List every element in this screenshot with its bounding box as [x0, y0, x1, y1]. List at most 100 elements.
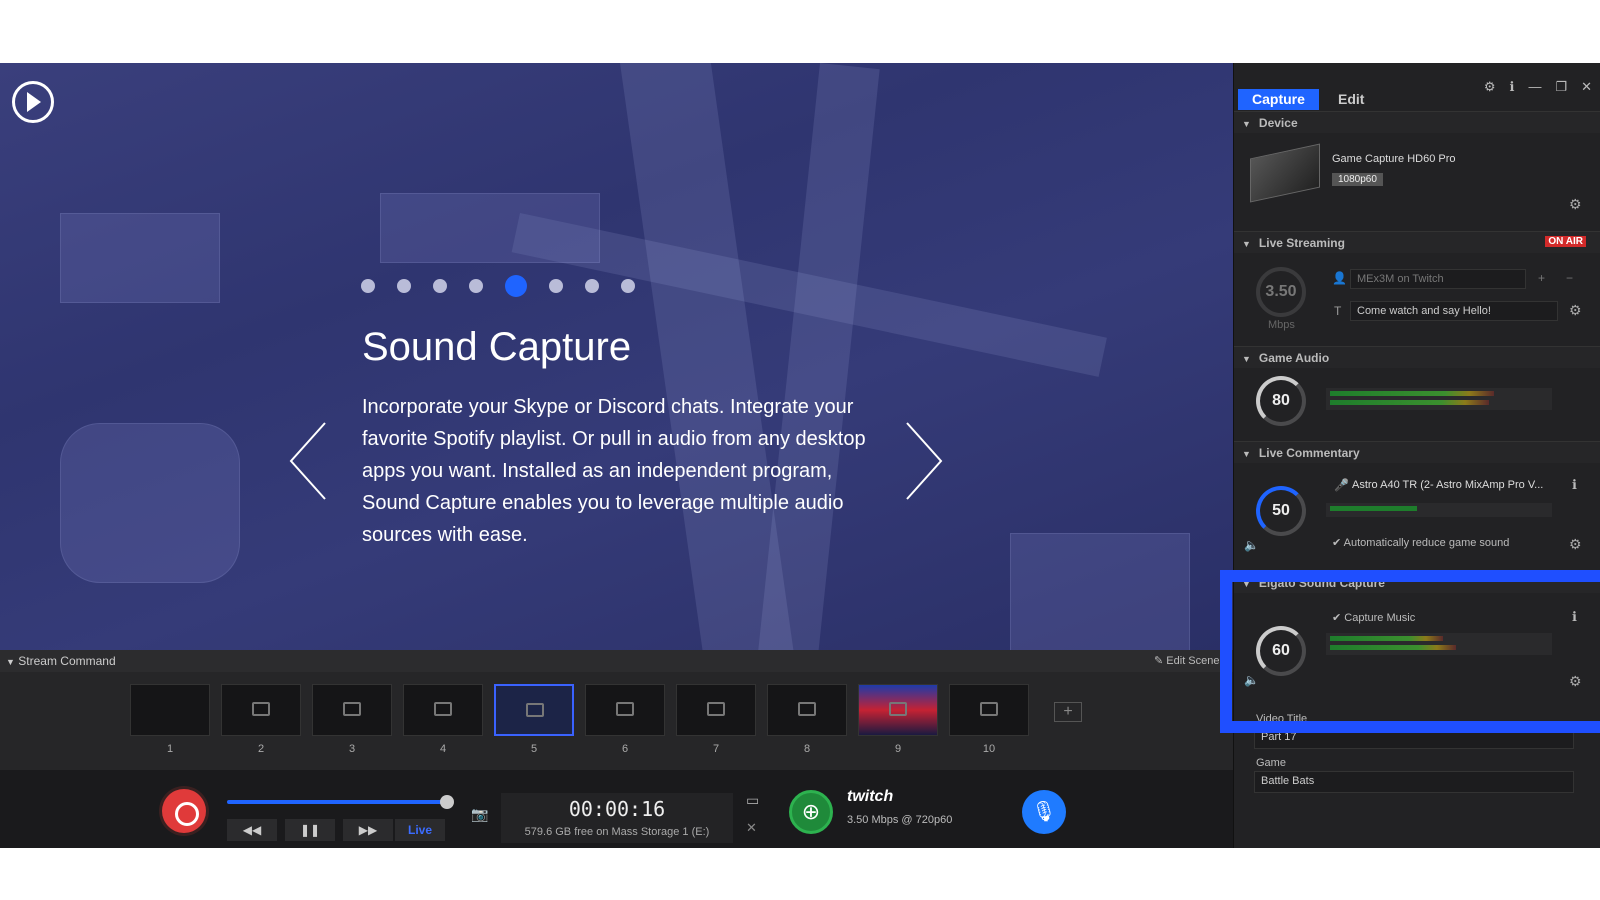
slide-dot[interactable]	[469, 279, 483, 293]
slide-dot[interactable]	[361, 279, 375, 293]
rewind-button[interactable]: ◀◀	[227, 819, 277, 841]
scene-thumbnail[interactable]	[676, 684, 756, 736]
window-controls: ⚙ ℹ — ❐ ✕	[1484, 79, 1592, 95]
scene-source-icon	[707, 702, 725, 716]
scene-source-icon	[252, 702, 270, 716]
elgato-logo	[12, 81, 54, 123]
tab-edit[interactable]: Edit	[1324, 89, 1378, 110]
collapse-triangle-icon[interactable]: ▼	[6, 657, 15, 667]
commentary-device-select[interactable]: Astro A40 TR (2- Astro MixAmp Pro V...	[1352, 479, 1543, 491]
commentary-dial[interactable]: 50	[1256, 486, 1306, 536]
scene-item[interactable]: 10	[949, 684, 1029, 762]
scene-thumbnail[interactable]	[949, 684, 1029, 736]
mute-icon[interactable]: ✕	[746, 820, 757, 836]
scene-item[interactable]: 5	[494, 684, 574, 762]
bg-crate	[380, 193, 600, 263]
speaker-icon[interactable]: 🔈	[1244, 538, 1259, 552]
stream-title-field[interactable]: Come watch and say Hello!	[1350, 301, 1558, 321]
scene-source-icon	[434, 702, 452, 716]
slide-dot[interactable]	[397, 279, 411, 293]
prev-slide-arrow[interactable]	[287, 421, 337, 501]
game-field[interactable]: Battle Bats	[1254, 771, 1574, 793]
next-slide-arrow[interactable]	[895, 421, 945, 501]
scene-number: 3	[348, 743, 356, 755]
scene-thumbnail[interactable]	[585, 684, 665, 736]
scene-item[interactable]: 7	[676, 684, 756, 762]
scene-item[interactable]: 6	[585, 684, 665, 762]
tab-capture[interactable]: Capture	[1238, 89, 1319, 110]
scene-number: 5	[530, 743, 538, 755]
scene-thumbnail[interactable]	[312, 684, 392, 736]
bg-crate	[60, 213, 220, 303]
auto-reduce-label: Automatically reduce game sound	[1343, 537, 1510, 549]
close-icon[interactable]: ✕	[1581, 79, 1592, 95]
scene-thumbnail[interactable]	[767, 684, 847, 736]
bitrate-dial[interactable]: 3.50	[1256, 267, 1306, 317]
scene-source-icon	[343, 702, 361, 716]
add-scene-button[interactable]: +	[1054, 702, 1082, 722]
slide-dot[interactable]	[621, 279, 635, 293]
scene-item[interactable]: 4	[403, 684, 483, 762]
resolution-badge[interactable]: 1080p60	[1332, 173, 1383, 186]
settings-gear-icon[interactable]: ⚙	[1484, 79, 1496, 95]
scene-number: 7	[712, 743, 720, 755]
scene-thumbnail[interactable]	[130, 684, 210, 736]
add-account-icon[interactable]: +	[1538, 271, 1545, 285]
bg-minimap	[1010, 533, 1190, 650]
fast-forward-button[interactable]: ▶▶	[343, 819, 393, 841]
device-section: ▼ Device Game Capture HD60 Pro 1080p60 ⚙	[1234, 111, 1600, 231]
live-commentary-header[interactable]: ▼ Live Commentary	[1234, 441, 1600, 463]
timeline-bar[interactable]	[227, 800, 447, 804]
microphone-button[interactable]: 🎙	[1022, 790, 1066, 834]
scene-item[interactable]: 3	[312, 684, 392, 762]
scene-thumbnail[interactable]	[403, 684, 483, 736]
device-settings-gear-icon[interactable]: ⚙	[1569, 196, 1582, 213]
record-button[interactable]	[162, 789, 206, 833]
restore-icon[interactable]: ❐	[1555, 79, 1567, 95]
stream-command-title: Stream Command	[18, 654, 116, 668]
twitch-logo: twitch	[847, 788, 894, 805]
monitor-icon[interactable]: ▭	[746, 792, 759, 809]
scene-number: 8	[803, 743, 811, 755]
scene-item[interactable]: 8	[767, 684, 847, 762]
slide-dot[interactable]	[585, 279, 599, 293]
account-select[interactable]: MEx3M on Twitch	[1350, 269, 1526, 289]
commentary-info-icon[interactable]: ℹ	[1572, 477, 1577, 493]
scene-thumbnail[interactable]	[221, 684, 301, 736]
game-audio-header[interactable]: ▼ Game Audio	[1234, 346, 1600, 368]
slide-title: Sound Capture	[362, 325, 632, 369]
commentary-meter	[1326, 503, 1552, 517]
commentary-settings-gear-icon[interactable]: ⚙	[1569, 536, 1582, 553]
live-streaming-header[interactable]: ▼ Live Streaming ON AIR	[1234, 231, 1600, 253]
scene-thumbnail[interactable]	[494, 684, 574, 736]
scene-item[interactable]: 1	[130, 684, 210, 762]
scene-number: 6	[621, 743, 629, 755]
device-header[interactable]: ▼ Device	[1234, 111, 1600, 133]
game-audio-dial[interactable]: 80	[1256, 376, 1306, 426]
slide-dot[interactable]	[505, 275, 527, 297]
screenshot-camera-icon[interactable]: 📷	[471, 806, 488, 823]
bitrate-unit: Mbps	[1268, 319, 1295, 331]
collapse-triangle-icon: ▼	[1242, 354, 1251, 364]
capture-card-image	[1250, 143, 1320, 203]
minimize-icon[interactable]: —	[1528, 79, 1541, 95]
info-icon[interactable]: ℹ	[1509, 79, 1514, 95]
device-header-label: Device	[1258, 116, 1298, 130]
stream-settings-gear-icon[interactable]: ⚙	[1569, 302, 1582, 319]
pause-button[interactable]: ❚❚	[285, 819, 335, 841]
scene-source-icon	[980, 702, 998, 716]
slide-dot[interactable]	[549, 279, 563, 293]
slide-dot[interactable]	[433, 279, 447, 293]
microphone-icon: 🎤	[1334, 478, 1349, 492]
scene-item[interactable]: 9	[858, 684, 938, 762]
storage-info: 579.6 GB free on Mass Storage 1 (E:)	[524, 826, 710, 838]
timeline-scrubber[interactable]	[440, 795, 454, 809]
go-live-globe-icon[interactable]: ⊕	[789, 790, 833, 834]
remove-account-icon[interactable]: −	[1566, 271, 1573, 285]
scene-item[interactable]: 2	[221, 684, 301, 762]
scene-thumbnail[interactable]	[858, 684, 938, 736]
edit-scenes-button[interactable]: ✎ Edit Scenes	[1154, 654, 1225, 667]
auto-reduce-checkbox[interactable]: ✔ Automatically reduce game sound	[1332, 536, 1509, 549]
stream-rate: 3.50 Mbps @ 720p60	[847, 814, 953, 826]
live-button[interactable]: Live	[395, 819, 445, 841]
